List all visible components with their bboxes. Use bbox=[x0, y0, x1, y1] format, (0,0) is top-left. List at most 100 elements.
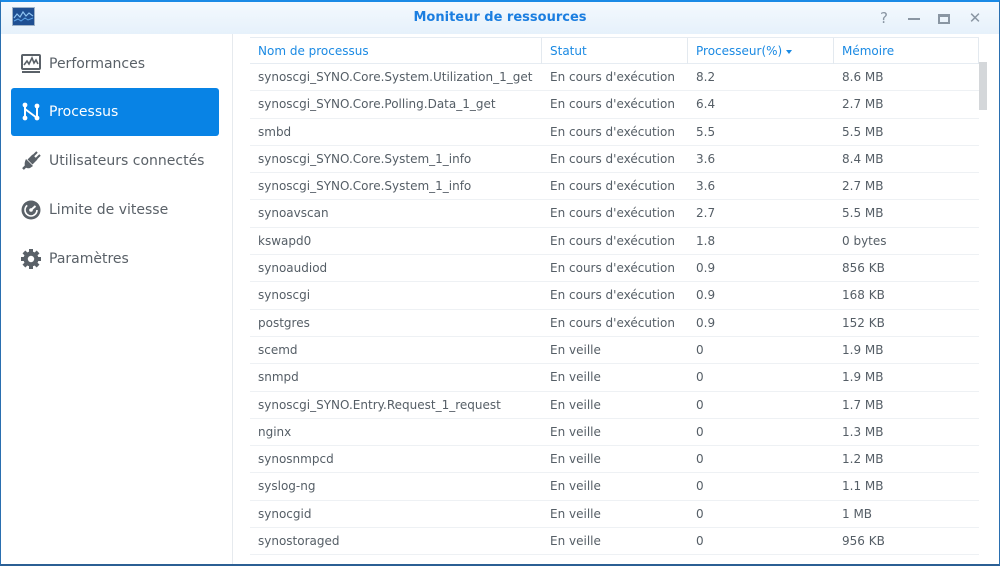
process-name-cell: nginx bbox=[258, 424, 292, 439]
table-row[interactable]: synocgid En veille 0 1 MB bbox=[250, 501, 979, 529]
column-header-label: Mémoire bbox=[842, 44, 895, 58]
process-name-cell: scemd bbox=[258, 342, 298, 357]
close-button[interactable]: ✕ bbox=[965, 8, 985, 28]
process-name-cell: synostoraged bbox=[258, 534, 340, 549]
table-row[interactable]: synoscgi_SYNO.Core.System_1_info En cour… bbox=[250, 173, 979, 201]
table-row[interactable]: nginx En veille 0 1.3 MB bbox=[250, 419, 979, 447]
cpu-cell: 2.7 bbox=[696, 206, 716, 221]
memory-cell: 152 KB bbox=[842, 315, 885, 330]
memory-cell: 1 MB bbox=[842, 506, 873, 521]
process-name-cell: synocgid bbox=[258, 506, 312, 521]
table-row[interactable]: synoscgi En cours d'exécution 0.9 168 KB bbox=[250, 282, 979, 310]
process-name-cell: synoscgi bbox=[258, 288, 311, 303]
sidebar-item-limite-de-vitesse[interactable]: Limite de vitesse bbox=[11, 186, 219, 234]
sidebar-item-label: Performances bbox=[49, 56, 146, 72]
status-cell: En cours d'exécution bbox=[550, 261, 675, 276]
memory-cell: 1.2 MB bbox=[842, 452, 884, 467]
title-bar: Moniteur de ressources ? ✕ bbox=[1, 2, 999, 34]
table-row[interactable]: synostoraged En veille 0 956 KB bbox=[250, 528, 979, 556]
cpu-cell: 0 bbox=[696, 342, 704, 357]
window-title: Moniteur de ressources bbox=[413, 10, 587, 25]
table-row[interactable]: synoavscan En cours d'exécution 2.7 5.5 … bbox=[250, 200, 979, 228]
column-header-status[interactable]: Statut bbox=[542, 38, 688, 64]
memory-cell: 2.7 MB bbox=[842, 179, 884, 194]
table-row[interactable]: kswapd0 En cours d'exécution 1.8 0 bytes bbox=[250, 228, 979, 256]
plug-icon bbox=[20, 150, 42, 172]
column-header-cpu[interactable]: Processeur(%) bbox=[688, 38, 834, 64]
table-row[interactable]: synoscgi_SYNO.Entry.Request_1_request En… bbox=[250, 392, 979, 419]
process-name-cell: postgres bbox=[258, 315, 310, 330]
cpu-cell: 0 bbox=[696, 452, 704, 467]
cpu-cell: 3.6 bbox=[696, 179, 716, 194]
table-row[interactable]: synosnmpcd En veille 0 1.2 MB bbox=[250, 446, 979, 474]
status-cell: En cours d'exécution bbox=[550, 233, 675, 248]
table-row[interactable]: synoscgi_SYNO.Core.Polling.Data_1_get En… bbox=[250, 91, 979, 119]
sidebar-item-utilisateurs-connectes[interactable]: Utilisateurs connectés bbox=[11, 137, 219, 185]
memory-cell: 1.9 MB bbox=[842, 342, 884, 357]
minimize-icon bbox=[908, 17, 920, 20]
memory-cell: 168 KB bbox=[842, 288, 885, 303]
maximize-icon bbox=[938, 13, 950, 24]
table-header: Nom de processus Statut Processeur(%) Mé… bbox=[250, 37, 979, 64]
status-cell: En cours d'exécution bbox=[550, 151, 675, 166]
status-cell: En cours d'exécution bbox=[550, 179, 675, 194]
cpu-cell: 0 bbox=[696, 506, 704, 521]
status-cell: En veille bbox=[550, 479, 601, 494]
table-row[interactable]: scemd En veille 0 1.9 MB bbox=[250, 337, 979, 365]
help-button[interactable]: ? bbox=[874, 8, 894, 28]
sidebar-item-label: Paramètres bbox=[49, 251, 129, 267]
vertical-scrollbar[interactable] bbox=[979, 62, 987, 110]
column-header-label: Nom de processus bbox=[258, 44, 369, 58]
sidebar-item-label: Processus bbox=[49, 104, 119, 120]
process-nodes-icon bbox=[20, 101, 42, 123]
table-row[interactable]: syslog-ng En veille 0 1.1 MB bbox=[250, 473, 979, 501]
process-name-cell: syslog-ng bbox=[258, 479, 316, 494]
status-cell: En cours d'exécution bbox=[550, 288, 675, 303]
cpu-cell: 3.6 bbox=[696, 151, 716, 166]
memory-cell: 1.3 MB bbox=[842, 424, 884, 439]
table-row[interactable]: smbd En cours d'exécution 5.5 5.5 MB bbox=[250, 119, 979, 146]
memory-cell: 8.6 MB bbox=[842, 70, 884, 84]
process-name-cell: kswapd0 bbox=[258, 233, 312, 248]
status-cell: En veille bbox=[550, 534, 601, 549]
status-cell: En cours d'exécution bbox=[550, 70, 675, 84]
maximize-button[interactable] bbox=[934, 8, 954, 28]
table-row[interactable]: postgres En cours d'exécution 0.9 152 KB bbox=[250, 310, 979, 337]
memory-cell: 5.5 MB bbox=[842, 206, 884, 221]
column-header-label: Processeur(%) bbox=[696, 44, 783, 58]
status-cell: En veille bbox=[550, 506, 601, 521]
cpu-cell: 1.8 bbox=[696, 233, 716, 248]
gear-icon bbox=[20, 248, 42, 270]
table-row[interactable]: synoaudiod En cours d'exécution 0.9 856 … bbox=[250, 255, 979, 283]
cpu-cell: 0.9 bbox=[696, 315, 716, 330]
process-name-cell: synoscgi_SYNO.Core.Polling.Data_1_get bbox=[258, 97, 496, 112]
process-name-cell: synoavscan bbox=[258, 206, 329, 221]
process-name-cell: synoscgi_SYNO.Core.System_1_info bbox=[258, 151, 472, 166]
minimize-button[interactable] bbox=[904, 8, 924, 28]
performance-chart-icon bbox=[20, 53, 42, 75]
column-header-name[interactable]: Nom de processus bbox=[250, 38, 542, 64]
status-cell: En cours d'exécution bbox=[550, 124, 675, 139]
memory-cell: 1.7 MB bbox=[842, 397, 884, 412]
sidebar: Performances Processus Utilisateurs conn… bbox=[1, 34, 233, 564]
status-cell: En cours d'exécution bbox=[550, 315, 675, 330]
table-row[interactable]: synoscgi_SYNO.Core.System_1_info En cour… bbox=[250, 146, 979, 174]
status-cell: En veille bbox=[550, 452, 601, 467]
table-row[interactable]: synoscgi_SYNO.Core.System.Utilization_1_… bbox=[250, 64, 979, 92]
cpu-cell: 5.5 bbox=[696, 124, 716, 139]
speedometer-icon bbox=[20, 199, 42, 221]
process-name-cell: synoscgi_SYNO.Core.System_1_info bbox=[258, 179, 472, 194]
cpu-cell: 6.4 bbox=[696, 97, 716, 112]
sidebar-item-performances[interactable]: Performances bbox=[11, 40, 219, 88]
memory-cell: 2.7 MB bbox=[842, 97, 884, 112]
sidebar-item-processus[interactable]: Processus bbox=[11, 88, 219, 136]
column-header-memory[interactable]: Mémoire bbox=[834, 38, 979, 64]
process-name-cell: smbd bbox=[258, 124, 292, 139]
memory-cell: 1.9 MB bbox=[842, 370, 884, 385]
table-row[interactable]: snmpd En veille 0 1.9 MB bbox=[250, 364, 979, 392]
cpu-cell: 0 bbox=[696, 370, 704, 385]
process-table: Nom de processus Statut Processeur(%) Mé… bbox=[250, 37, 979, 556]
column-header-label: Statut bbox=[550, 44, 587, 58]
sidebar-item-parametres[interactable]: Paramètres bbox=[11, 235, 219, 283]
resource-monitor-window: Moniteur de ressources ? ✕ Performances … bbox=[0, 0, 1000, 566]
